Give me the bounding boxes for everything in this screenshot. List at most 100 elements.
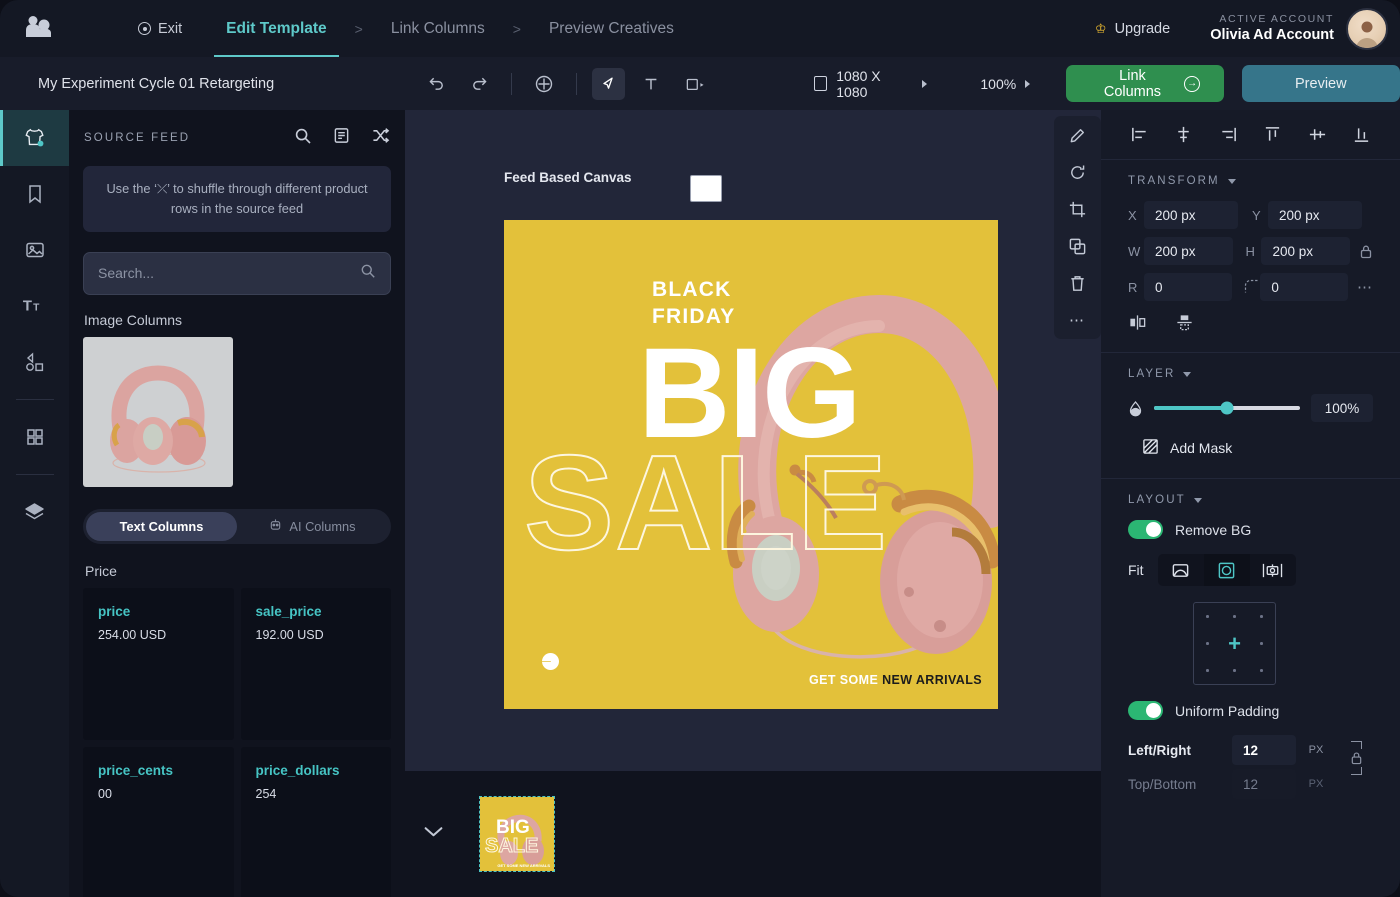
corner-radius-field[interactable]: 0 [1260, 273, 1348, 301]
step-link-columns[interactable]: Link Columns [365, 0, 511, 57]
opacity-value[interactable]: 100% [1311, 394, 1373, 422]
refresh-icon[interactable] [1068, 163, 1087, 182]
pencil-icon[interactable] [1068, 126, 1087, 145]
filmstrip-thumbnail[interactable]: BIG SALE GET SOME NEW ARRIVALS [480, 797, 554, 871]
tab-text-columns[interactable]: Text Columns [86, 512, 237, 541]
column-card[interactable]: price_cents 00 [83, 747, 234, 897]
column-key: price_cents [98, 763, 219, 778]
more-icon[interactable]: ⋯ [1069, 311, 1086, 329]
anchor-dot [1260, 615, 1263, 618]
lock-icon[interactable] [1359, 244, 1373, 259]
selected-color-chip[interactable] [690, 175, 722, 202]
transform-row-wh: W 200 px H 200 px [1128, 237, 1373, 265]
shuffle-hint: Use the ‘⤫’ to shuffle through different… [83, 166, 391, 232]
y-field[interactable]: 200 px [1268, 201, 1362, 229]
fit-image-icon[interactable] [1158, 554, 1204, 586]
rail-item-shapes[interactable] [0, 334, 69, 390]
top-bottom-field[interactable]: 12 [1232, 769, 1296, 799]
align-left-icon[interactable] [1130, 125, 1149, 144]
toolbar-tools: 1080 X 1080 100% Link Columns → Preview [405, 57, 1400, 110]
active-account-selector[interactable]: ACTIVE ACCOUNT Olivia Ad Account [1192, 8, 1388, 50]
w-field[interactable]: 200 px [1144, 237, 1233, 265]
layout-header[interactable]: LAYOUT [1128, 494, 1373, 506]
h-field[interactable]: 200 px [1261, 237, 1350, 265]
active-account-label: ACTIVE ACCOUNT [1210, 12, 1334, 26]
search-icon[interactable] [294, 127, 312, 150]
canvas-size-selector[interactable]: 1080 X 1080 [804, 68, 937, 100]
canvas-area[interactable]: Feed Based Canvas [405, 110, 1101, 771]
svg-text:T: T [22, 299, 31, 315]
flip-horizontal-icon[interactable] [1128, 313, 1147, 332]
w-label: W [1128, 244, 1144, 259]
add-mask-button[interactable]: Add Mask [1128, 438, 1373, 472]
duplicate-icon[interactable] [1068, 237, 1087, 256]
avatar[interactable] [1346, 8, 1388, 50]
opacity-slider[interactable] [1154, 406, 1300, 410]
transform-header[interactable]: TRANSFORM [1128, 175, 1373, 187]
layer-header[interactable]: LAYER [1128, 368, 1373, 380]
x-label: X [1128, 208, 1144, 223]
chevron-down-icon[interactable] [423, 825, 444, 843]
align-right-icon[interactable] [1219, 125, 1238, 144]
align-bottom-icon[interactable] [1352, 125, 1371, 144]
project-title[interactable]: My Experiment Cycle 01 Retargeting [38, 76, 274, 92]
anchor-dot [1233, 615, 1236, 618]
rail-item-grid-apps[interactable] [0, 409, 69, 465]
remove-bg-toggle[interactable] [1128, 520, 1163, 539]
opacity-slider-knob[interactable] [1221, 402, 1234, 415]
text-tool-icon[interactable] [635, 68, 668, 100]
remove-bg-row: Remove BG [1128, 520, 1373, 539]
rail-item-template[interactable] [0, 110, 69, 166]
layout-title: LAYOUT [1128, 494, 1186, 506]
rail-item-bookmark[interactable] [0, 166, 69, 222]
undo-icon[interactable] [420, 68, 453, 100]
more-dots-icon[interactable]: ⋯ [1357, 278, 1373, 296]
creative-canvas[interactable]: BLACK FRIDAY BIG SALE GET SOME NEW ARRIV… [504, 220, 998, 709]
left-right-field[interactable]: 12 [1232, 735, 1296, 765]
list-icon[interactable] [333, 127, 350, 150]
rail-item-layers[interactable] [0, 484, 69, 540]
rotation-field[interactable]: 0 [1144, 273, 1232, 301]
preview-button[interactable]: Preview [1242, 65, 1400, 102]
redo-icon[interactable] [463, 68, 496, 100]
align-middle-vertical-icon[interactable] [1308, 125, 1327, 144]
column-card[interactable]: sale_price 192.00 USD [241, 588, 392, 740]
rail-item-text[interactable]: T T [0, 278, 69, 334]
upgrade-button[interactable]: ♔ Upgrade [1073, 21, 1192, 37]
step-edit-template[interactable]: Edit Template [200, 0, 352, 57]
opacity-drop-icon [1128, 400, 1143, 417]
rail-item-image[interactable] [0, 222, 69, 278]
align-top-icon[interactable] [1263, 125, 1282, 144]
search-input-wrapper[interactable] [83, 252, 391, 295]
price-group-label: Price [85, 563, 391, 579]
fit-contain-icon[interactable] [1204, 554, 1250, 586]
trash-icon[interactable] [1068, 274, 1087, 293]
column-key: sale_price [256, 604, 377, 619]
layer-section: LAYER 100% [1101, 353, 1400, 479]
flip-vertical-icon[interactable] [1175, 313, 1194, 332]
image-column-thumbnail[interactable] [83, 337, 233, 487]
shape-tool-icon[interactable] [678, 68, 711, 100]
shuffle-icon[interactable] [371, 127, 390, 150]
search-icon[interactable] [360, 263, 376, 284]
column-card[interactable]: price 254.00 USD [83, 588, 234, 740]
add-element-icon[interactable] [527, 68, 560, 100]
app-logo[interactable] [0, 0, 75, 57]
corner-radius-icon [1244, 279, 1260, 295]
x-field[interactable]: 200 px [1144, 201, 1238, 229]
align-center-horizontal-icon[interactable] [1174, 125, 1193, 144]
exit-button[interactable]: Exit [120, 21, 200, 37]
zoom-selector[interactable]: 100% [970, 76, 1040, 92]
crop-icon[interactable] [1068, 200, 1087, 219]
fit-fill-icon[interactable] [1250, 554, 1296, 586]
search-input[interactable] [98, 265, 360, 281]
anchor-position-pad[interactable]: + [1193, 602, 1276, 685]
link-columns-button[interactable]: Link Columns → [1066, 65, 1224, 102]
padding-lock-icon[interactable] [1350, 741, 1363, 775]
grid-apps-icon [25, 427, 45, 447]
select-cursor-icon[interactable] [592, 68, 625, 100]
uniform-padding-toggle[interactable] [1128, 701, 1163, 720]
column-card[interactable]: price_dollars 254 [241, 747, 392, 897]
tab-ai-columns[interactable]: AI Columns [237, 512, 388, 541]
step-preview-creatives[interactable]: Preview Creatives [523, 0, 700, 57]
